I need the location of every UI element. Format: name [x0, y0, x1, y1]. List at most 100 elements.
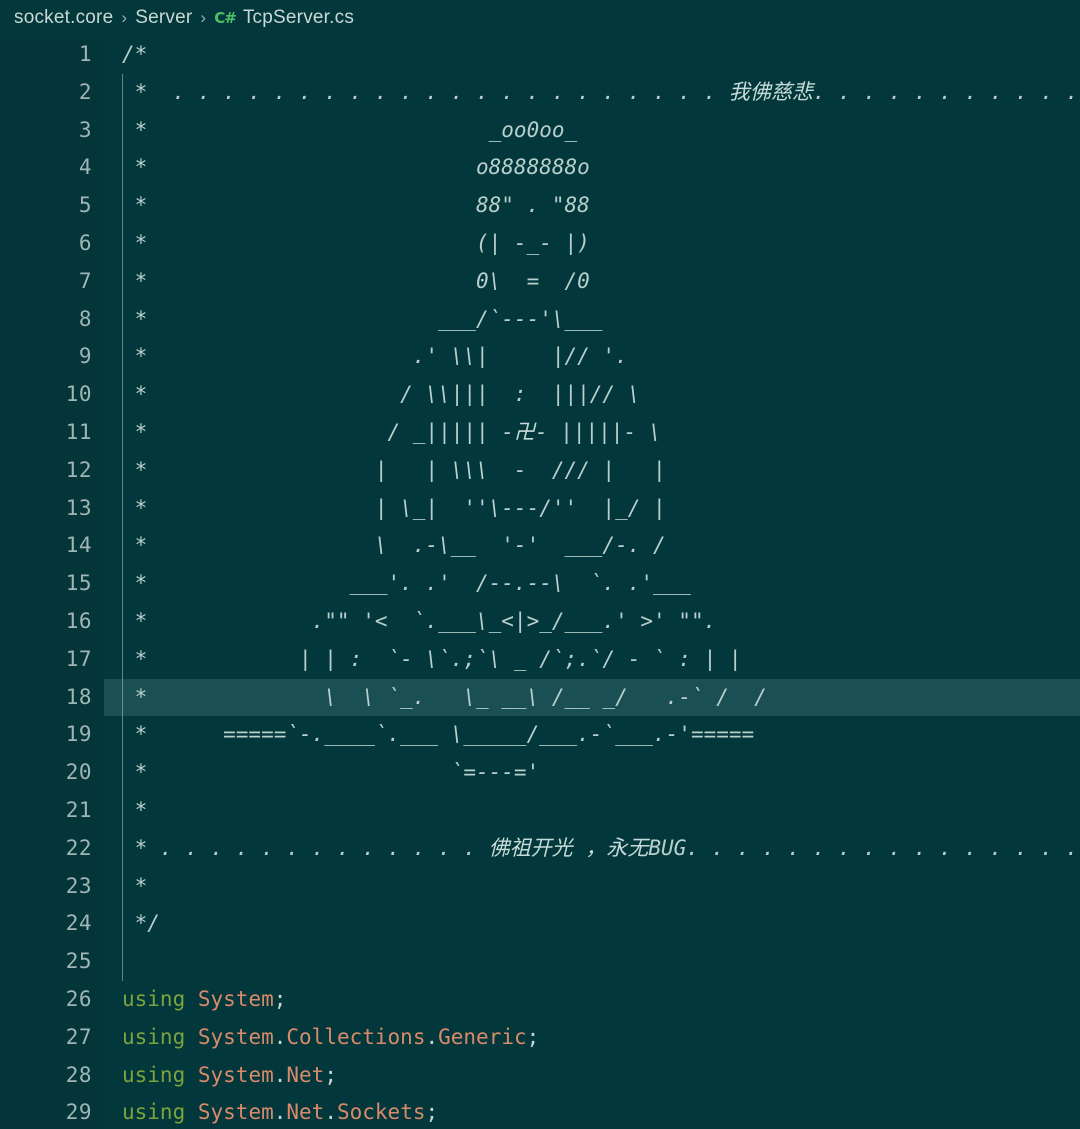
code-line[interactable]: * 0\ = /0	[104, 263, 1080, 301]
token-semicolon: ;	[425, 1100, 439, 1125]
comment-text: * \ \ `_. \_ __\ /__ _/ .-` / /	[122, 684, 767, 709]
code-line[interactable]: * | \_| ''\---/'' |_/ |	[104, 490, 1080, 528]
line-number: 25	[65, 949, 92, 974]
token-namespace: System	[197, 1062, 274, 1087]
breadcrumb-item-file[interactable]: TcpServer.cs	[243, 7, 354, 29]
comment-text: * . . . . . . . . . . . . . 佛祖开光 ，永无BUG.…	[122, 835, 1080, 860]
code-line[interactable]: * \ .-\__ '-' ___/-. /	[104, 527, 1080, 565]
line-number: 16	[65, 608, 92, 633]
breadcrumb-separator-icon: ›	[121, 8, 128, 27]
code-line[interactable]: * =====`-.____`.___ \_____/___.-`___.-'=…	[104, 716, 1080, 754]
comment-text: * 88" . "88	[122, 193, 590, 218]
line-number: 5	[78, 193, 92, 218]
comment-text: * / _||||| -卍- |||||- \	[122, 419, 662, 444]
token-namespace: System	[197, 1024, 274, 1049]
comment-text: * (| -_- |)	[122, 230, 590, 255]
token-namespace: Generic	[438, 1024, 527, 1049]
code-line[interactable]: * .' \\| |// '.	[104, 338, 1080, 376]
comment-text: * | | : `- \`.;`\ _ /`;.`/ - ` : | |	[122, 646, 742, 671]
line-number: 8	[78, 306, 92, 331]
line-number: 15	[65, 571, 92, 596]
code-line[interactable]: */	[104, 905, 1080, 943]
code-line[interactable]: *	[104, 868, 1080, 906]
line-number: 23	[65, 873, 92, 898]
comment-text: * =====`-.____`.___ \_____/___.-`___.-'=…	[122, 722, 755, 747]
comment-text: */	[122, 911, 160, 936]
comment-text: * o8888888o	[122, 155, 590, 180]
token-dot: .	[273, 1024, 287, 1049]
line-number: 27	[65, 1024, 92, 1049]
line-number: 10	[65, 382, 92, 407]
token-dot: .	[273, 1100, 287, 1125]
cjk-text: 佛祖开光	[488, 835, 573, 860]
cjk-text: 卍	[513, 419, 535, 444]
code-line[interactable]: *	[104, 792, 1080, 830]
line-number: 29	[65, 1100, 92, 1125]
code-line[interactable]: * _oo0oo_	[104, 112, 1080, 150]
line-number: 14	[65, 533, 92, 558]
code-line[interactable]: * (| -_- |)	[104, 225, 1080, 263]
token-namespace: System	[197, 986, 274, 1011]
cjk-text: 我佛慈悲	[728, 79, 813, 104]
comment-text: * . . . . . . . . . . . . . . . . . . . …	[122, 79, 1079, 104]
code-line[interactable]: * / _||||| -卍- |||||- \	[104, 414, 1080, 452]
code-line[interactable]: using System.Collections.Generic;	[104, 1019, 1080, 1057]
token-semicolon: ;	[526, 1024, 540, 1049]
line-number: 1	[78, 42, 92, 66]
comment-text: *	[122, 873, 148, 898]
breadcrumb-item-project[interactable]: socket.core	[14, 7, 113, 29]
code-line[interactable]: * `=---='	[104, 754, 1080, 792]
line-number: 12	[65, 457, 92, 482]
line-number: 13	[65, 495, 92, 520]
line-number: 22	[65, 835, 92, 860]
comment-text: * .' \\| |// '.	[122, 344, 628, 369]
code-content-area[interactable]: /* * . . . . . . . . . . . . . . . . . .…	[104, 36, 1080, 1129]
token-namespace: Sockets	[336, 1100, 426, 1125]
code-line[interactable]: * / \\||| : |||// \	[104, 376, 1080, 414]
token-dot: .	[324, 1100, 337, 1125]
comment-text: * | \_| ''\---/'' |_/ |	[122, 495, 666, 520]
comment-text: * ___/`---'\___	[122, 306, 603, 331]
line-number: 7	[78, 268, 92, 293]
code-line[interactable]: using System.Net.Sockets;	[104, 1094, 1080, 1129]
code-line[interactable]: using System;	[104, 981, 1080, 1019]
token-keyword: using	[122, 1062, 186, 1087]
code-editor[interactable]: 1 2 3 4 5 6 7 8 9 10 11 12 13 14 15 16 17 18 19 20 21 22 23 24 2…	[0, 36, 1080, 1129]
comment-text: * _oo0oo_	[122, 117, 578, 142]
token-keyword: using	[122, 986, 186, 1011]
token-keyword: using	[122, 1100, 186, 1125]
comment-text: * ___'. .' /--.--\ `. .'___	[122, 571, 691, 596]
code-line[interactable]: * . . . . . . . . . . . . . 佛祖开光 ，永无BUG.…	[104, 830, 1080, 868]
token-dot: .	[425, 1024, 439, 1049]
line-number: 2	[78, 79, 92, 104]
line-number-gutter: 1 2 3 4 5 6 7 8 9 10 11 12 13 14 15 16 17 18 19 20 21 22 23 24 2…	[0, 36, 104, 1129]
line-number: 20	[65, 760, 92, 785]
line-number: 3	[78, 117, 92, 142]
code-line[interactable]: * \ \ `_. \_ __\ /__ _/ .-` / /	[104, 678, 1080, 717]
code-line[interactable]: * | | \\\ - /// | |	[104, 452, 1080, 490]
code-line[interactable]: * ___/`---'\___	[104, 301, 1080, 339]
code-line[interactable]: * o8888888o	[104, 149, 1080, 187]
breadcrumb: socket.core › Server › C# TcpServer.cs	[0, 0, 1080, 36]
code-line[interactable]: /*	[104, 36, 1080, 74]
breadcrumb-item-folder[interactable]: Server	[135, 7, 192, 29]
code-line[interactable]: * ."" '< `.___\_<|>_/___.' >' "".	[104, 603, 1080, 641]
token-namespace: System	[197, 1100, 274, 1125]
code-line[interactable]: using System.Net;	[104, 1057, 1080, 1095]
breadcrumb-separator-icon: ›	[200, 8, 207, 27]
code-line[interactable]: * | | : `- \`.;`\ _ /`;.`/ - ` : | |	[104, 641, 1080, 679]
csharp-icon: C#	[214, 9, 237, 27]
token-namespace: Net	[286, 1062, 325, 1087]
code-line[interactable]: * ___'. .' /--.--\ `. .'___	[104, 565, 1080, 603]
code-line[interactable]: * . . . . . . . . . . . . . . . . . . . …	[104, 74, 1080, 112]
comment-text: * \ .-\__ '-' ___/-. /	[122, 533, 666, 558]
comment-text: /*	[122, 42, 148, 66]
token-namespace: Net	[286, 1100, 325, 1125]
token-semicolon: ;	[324, 1062, 337, 1087]
token-namespace: Collections	[286, 1024, 426, 1049]
token-semicolon: ;	[273, 986, 287, 1011]
line-number: 17	[65, 646, 92, 671]
line-number: 18	[65, 684, 92, 709]
code-line[interactable]: * 88" . "88	[104, 187, 1080, 225]
code-line[interactable]	[104, 943, 1080, 981]
